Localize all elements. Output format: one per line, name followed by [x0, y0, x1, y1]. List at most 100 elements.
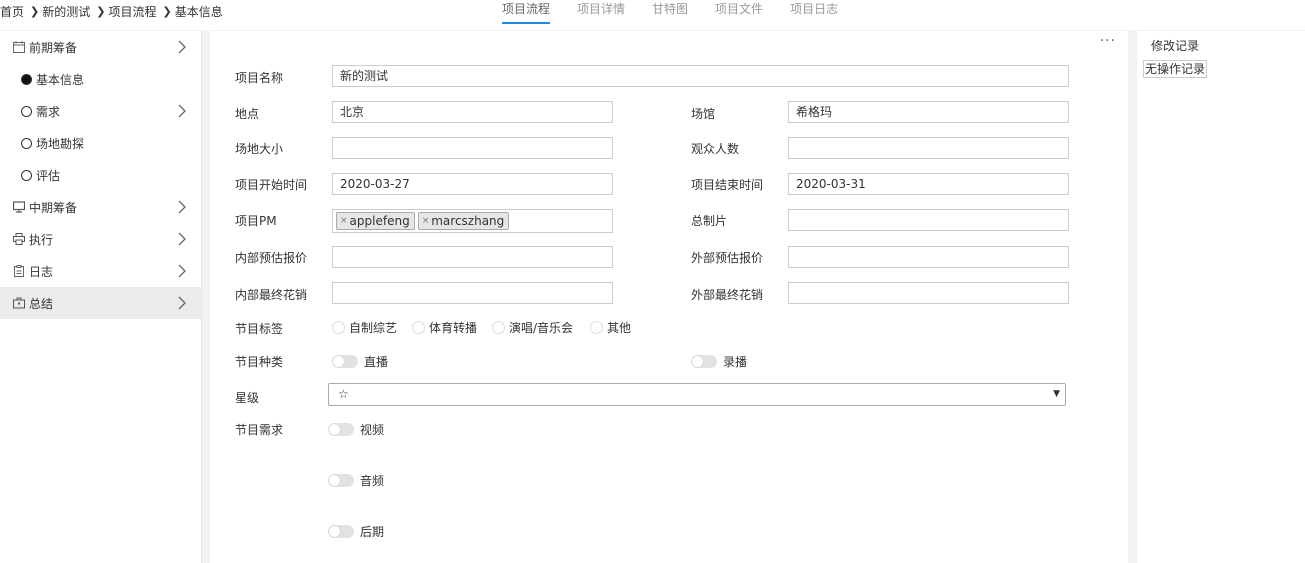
change-history-title: 修改记录: [1151, 39, 1200, 53]
tab-project-files[interactable]: 项目文件: [715, 0, 763, 24]
external-final-input[interactable]: [788, 282, 1069, 304]
sidebar-item-requirements[interactable]: 需求: [0, 95, 201, 127]
chevron-right-icon: ❯: [162, 5, 172, 18]
change-history-panel: 修改记录 无操作记录: [1137, 31, 1305, 563]
toggle-label: 直播: [364, 355, 389, 369]
chevron-right-icon[interactable]: [177, 200, 187, 214]
sidebar-item-summary[interactable]: 总结: [0, 287, 201, 319]
internal-final-input[interactable]: [332, 282, 613, 304]
start-date-input[interactable]: 2020-03-27: [332, 173, 613, 195]
sidebar-item-basic-info[interactable]: 基本信息: [0, 63, 201, 95]
star-rating-value: ☆: [338, 387, 349, 401]
pm-tag: × applefeng: [336, 212, 415, 230]
external-estimate-input[interactable]: [788, 246, 1069, 268]
radio-circle: [332, 321, 345, 334]
sidebar-item-evaluation[interactable]: 评估: [0, 159, 201, 191]
site-size-input[interactable]: [332, 137, 613, 159]
breadcrumb-home[interactable]: 首页: [0, 3, 24, 20]
breadcrumb-flow[interactable]: 项目流程: [108, 3, 156, 20]
breadcrumb: 首页 ❯ 新的测试 ❯ 项目流程 ❯ 基本信息: [0, 3, 223, 20]
toggle-switch[interactable]: [328, 474, 354, 487]
toggle-switch[interactable]: [332, 355, 358, 368]
radio-circle: [412, 321, 425, 334]
pm-tag: × marcszhang: [417, 212, 510, 230]
toggle-label: 音频: [360, 474, 385, 488]
project-name-input[interactable]: 新的测试: [332, 65, 1069, 87]
remove-tag-icon[interactable]: ×: [422, 216, 430, 226]
radio-label: 自制综艺: [349, 321, 398, 335]
radio-sports[interactable]: 体育转播: [412, 319, 477, 336]
tab-gantt[interactable]: 甘特图: [652, 0, 688, 24]
sidebar-item-label: 执行: [29, 232, 54, 247]
chevron-right-icon: ❯: [30, 5, 40, 18]
program-tag-label: 节目标签: [235, 322, 284, 336]
toggle-switch[interactable]: [328, 423, 354, 436]
sidebar-item-label: 前期筹备: [29, 40, 78, 55]
sidebar-item-label: 需求: [36, 104, 61, 119]
sidebar-item-label: 中期筹备: [29, 200, 78, 215]
radio-variety[interactable]: 自制综艺: [332, 319, 397, 336]
chevron-right-icon: ❯: [96, 5, 106, 18]
recorded-toggle[interactable]: 录播: [691, 353, 747, 370]
producer-input[interactable]: [788, 209, 1069, 231]
tab-project-details[interactable]: 项目详情: [577, 0, 625, 24]
audience-input[interactable]: [788, 137, 1069, 159]
toggle-label: 后期: [360, 525, 385, 539]
audio-toggle[interactable]: 音频: [328, 472, 384, 489]
chevron-right-icon[interactable]: [177, 232, 187, 246]
tab-project-log[interactable]: 项目日志: [790, 0, 838, 24]
tab-bar: 项目流程 项目详情 甘特图 项目文件 项目日志: [502, 0, 865, 24]
basic-info-form: ··· 项目名称 新的测试 地点 北京 场馆 希格玛 场地大小 观众人数 项目开…: [210, 31, 1128, 563]
toggle-switch[interactable]: [328, 525, 354, 538]
filled-circle-icon: [21, 73, 32, 85]
dropdown-arrow-icon: ▼: [1053, 389, 1060, 399]
live-toggle[interactable]: 直播: [332, 353, 388, 370]
video-toggle[interactable]: 视频: [328, 421, 384, 438]
more-options-icon[interactable]: ···: [1100, 33, 1116, 49]
sidebar-item-site-survey[interactable]: 场地勘探: [0, 127, 201, 159]
pm-tag-input[interactable]: × applefeng × marcszhang: [332, 209, 613, 233]
post-production-toggle[interactable]: 后期: [328, 523, 384, 540]
external-estimate-label: 外部预估报价: [691, 251, 764, 265]
change-history-empty: 无操作记录: [1143, 60, 1208, 78]
chevron-right-icon[interactable]: [177, 40, 187, 54]
tab-project-flow[interactable]: 项目流程: [502, 0, 551, 24]
chevron-right-icon[interactable]: [177, 296, 187, 310]
radio-label: 演唱/音乐会: [509, 321, 574, 335]
producer-label: 总制片: [691, 214, 728, 228]
breadcrumb-project[interactable]: 新的测试: [42, 3, 90, 20]
location-input[interactable]: 北京: [332, 101, 613, 123]
radio-other[interactable]: 其他: [590, 319, 631, 336]
circle-icon: [21, 137, 32, 149]
toggle-switch[interactable]: [691, 355, 717, 368]
location-label: 地点: [235, 107, 260, 121]
chevron-right-icon[interactable]: [177, 104, 187, 118]
end-date-input[interactable]: 2020-03-31: [788, 173, 1069, 195]
remove-tag-icon[interactable]: ×: [340, 216, 348, 226]
radio-concert[interactable]: 演唱/音乐会: [492, 319, 573, 336]
sidebar-item-preparation[interactable]: 前期筹备: [0, 31, 201, 63]
toggle-label: 视频: [360, 423, 385, 437]
pm-label: 项目PM: [235, 214, 277, 228]
sidebar: 前期筹备 基本信息 需求 场地勘探 评估 中期筹备 执行 日志 总结: [0, 31, 202, 563]
clipboard-icon: [13, 265, 25, 277]
internal-final-label: 内部最终花销: [235, 288, 308, 302]
chevron-right-icon[interactable]: [177, 264, 187, 278]
sidebar-item-label: 日志: [29, 264, 54, 279]
circle-icon: [21, 105, 32, 117]
star-rating-select[interactable]: ☆ ▼: [328, 383, 1066, 406]
sidebar-item-label: 场地勘探: [36, 136, 85, 151]
circle-icon: [21, 169, 32, 181]
external-final-label: 外部最终花销: [691, 288, 764, 302]
printer-icon: [13, 233, 25, 245]
sidebar-item-mid-preparation[interactable]: 中期筹备: [0, 191, 201, 223]
top-bar: 首页 ❯ 新的测试 ❯ 项目流程 ❯ 基本信息 项目流程 项目详情 甘特图 项目…: [0, 0, 1305, 30]
radio-circle: [492, 321, 505, 334]
sidebar-item-log[interactable]: 日志: [0, 255, 201, 287]
briefcase-icon: [13, 297, 25, 309]
sidebar-item-execution[interactable]: 执行: [0, 223, 201, 255]
internal-estimate-input[interactable]: [332, 246, 613, 268]
venue-input[interactable]: 希格玛: [788, 101, 1069, 123]
audience-label: 观众人数: [691, 142, 740, 156]
calendar-icon: [13, 41, 25, 53]
